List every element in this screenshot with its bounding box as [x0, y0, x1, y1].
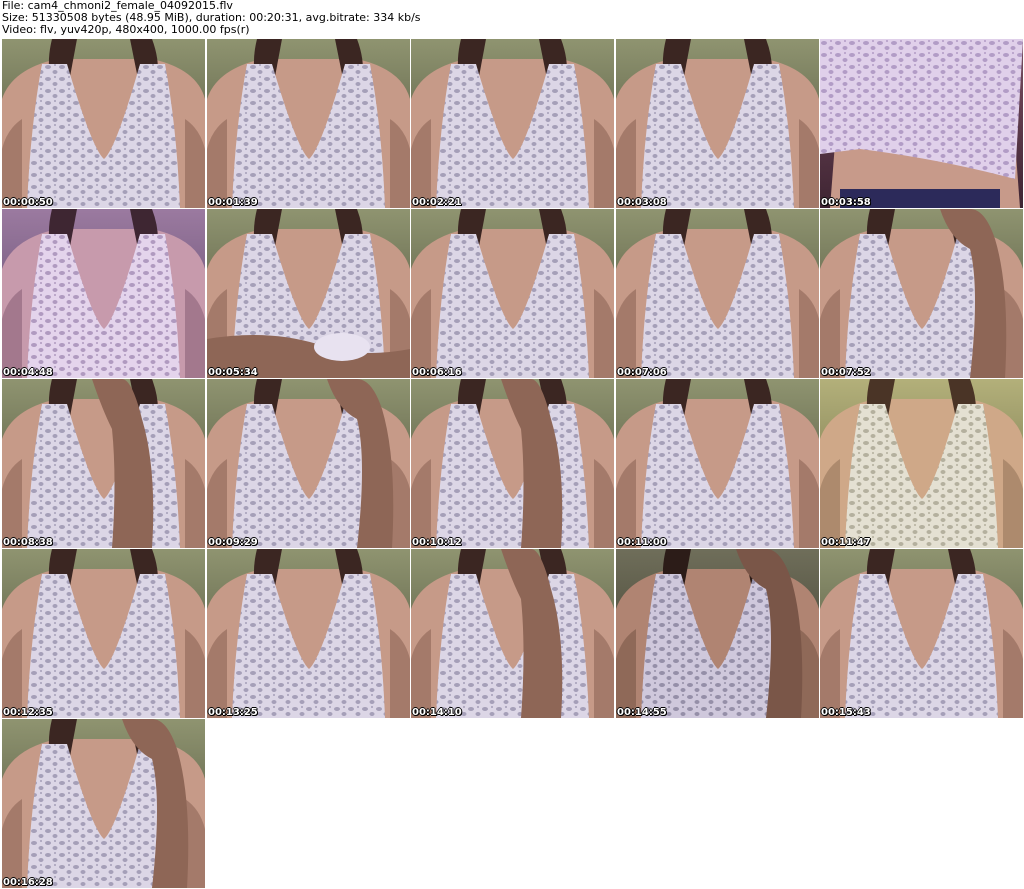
- video-thumbnail[interactable]: 00:11:00: [616, 379, 819, 548]
- thumbnail-timestamp: 00:00:50: [3, 197, 53, 208]
- thumbnail-frame-image: [207, 209, 410, 378]
- thumbnail-timestamp: 00:07:52: [821, 367, 871, 378]
- thumbnail-frame-image: [616, 209, 819, 378]
- thumbnail-frame-image: [616, 379, 819, 548]
- thumbnail-timestamp: 00:16:28: [3, 877, 53, 888]
- thumbnail-timestamp: 00:13:25: [208, 707, 258, 718]
- video-thumbnail[interactable]: 00:08:38: [2, 379, 205, 548]
- thumbnail-timestamp: 00:15:43: [821, 707, 871, 718]
- video-thumbnail[interactable]: 00:06:16: [411, 209, 614, 378]
- thumbnail-timestamp: 00:14:10: [412, 707, 462, 718]
- video-thumbnail[interactable]: 00:13:25: [207, 549, 410, 718]
- thumbnail-frame-image: [820, 379, 1023, 548]
- video-info-line: Video: flv, yuv420p, 480x400, 1000.00 fp…: [2, 24, 250, 36]
- video-thumbnail[interactable]: 00:10:12: [411, 379, 614, 548]
- video-thumbnail[interactable]: 00:03:08: [616, 39, 819, 208]
- video-thumbnail[interactable]: 00:07:06: [616, 209, 819, 378]
- thumbnail-timestamp: 00:11:00: [617, 537, 667, 548]
- thumbnail-frame-image: [411, 39, 614, 208]
- video-thumbnail[interactable]: 00:01:39: [207, 39, 410, 208]
- video-thumbnail[interactable]: 00:05:34: [207, 209, 410, 378]
- thumbnail-timestamp: 00:04:48: [3, 367, 53, 378]
- thumbnail-timestamp: 00:01:39: [208, 197, 258, 208]
- video-thumbnail[interactable]: 00:04:48: [2, 209, 205, 378]
- video-thumbnail[interactable]: 00:15:43: [820, 549, 1023, 718]
- thumbnail-timestamp: 00:06:16: [412, 367, 462, 378]
- thumbnail-timestamp: 00:10:12: [412, 537, 462, 548]
- thumbnail-frame-image: [2, 209, 205, 378]
- thumbnail-frame-image: [820, 39, 1023, 208]
- thumbnail-frame-image: [207, 39, 410, 208]
- thumbnail-frame-image: [616, 39, 819, 208]
- file-size-line: Size: 51330508 bytes (48.95 MiB), durati…: [2, 12, 421, 24]
- video-thumbnail[interactable]: 00:00:50: [2, 39, 205, 208]
- video-thumbnail[interactable]: 00:14:10: [411, 549, 614, 718]
- thumbnail-timestamp: 00:08:38: [3, 537, 53, 548]
- thumbnail-frame-image: [2, 549, 205, 718]
- thumbnail-timestamp: 00:03:58: [821, 197, 871, 208]
- thumbnail-timestamp: 00:12:35: [3, 707, 53, 718]
- thumbnail-frame-image: [207, 379, 410, 548]
- file-info-header: File: cam4_chmoni2_female_04092015.flv S…: [2, 0, 1022, 36]
- thumbnail-grid: 00:00:50 00:01:39 00:02:21 00:03:08 00:03:58…: [2, 39, 1023, 889]
- thumbnail-frame-image: [411, 549, 614, 718]
- thumbnail-frame-image: [411, 379, 614, 548]
- thumbnail-timestamp: 00:14:55: [617, 707, 667, 718]
- file-name-line: File: cam4_chmoni2_female_04092015.flv: [2, 0, 233, 12]
- thumbnail-timestamp: 00:09:29: [208, 537, 258, 548]
- thumbnail-frame-image: [820, 549, 1023, 718]
- thumbnail-frame-image: [207, 549, 410, 718]
- video-thumbnail[interactable]: 00:12:35: [2, 549, 205, 718]
- thumbnail-frame-image: [820, 209, 1023, 378]
- thumbnail-frame-image: [2, 379, 205, 548]
- video-thumbnail[interactable]: 00:02:21: [411, 39, 614, 208]
- video-thumbnail[interactable]: 00:16:28: [2, 719, 205, 888]
- video-thumbnail[interactable]: 00:07:52: [820, 209, 1023, 378]
- video-thumbnail[interactable]: 00:03:58: [820, 39, 1023, 208]
- video-thumbnail[interactable]: 00:09:29: [207, 379, 410, 548]
- thumbnail-frame-image: [2, 39, 205, 208]
- thumbnail-frame-image: [411, 209, 614, 378]
- thumbnail-timestamp: 00:02:21: [412, 197, 462, 208]
- thumbnail-timestamp: 00:05:34: [208, 367, 258, 378]
- thumbnail-timestamp: 00:03:08: [617, 197, 667, 208]
- video-thumbnail[interactable]: 00:14:55: [616, 549, 819, 718]
- thumbnail-timestamp: 00:07:06: [617, 367, 667, 378]
- video-thumbnail[interactable]: 00:11:47: [820, 379, 1023, 548]
- thumbnail-frame-image: [2, 719, 205, 888]
- thumbnail-timestamp: 00:11:47: [821, 537, 871, 548]
- thumbnail-frame-image: [616, 549, 819, 718]
